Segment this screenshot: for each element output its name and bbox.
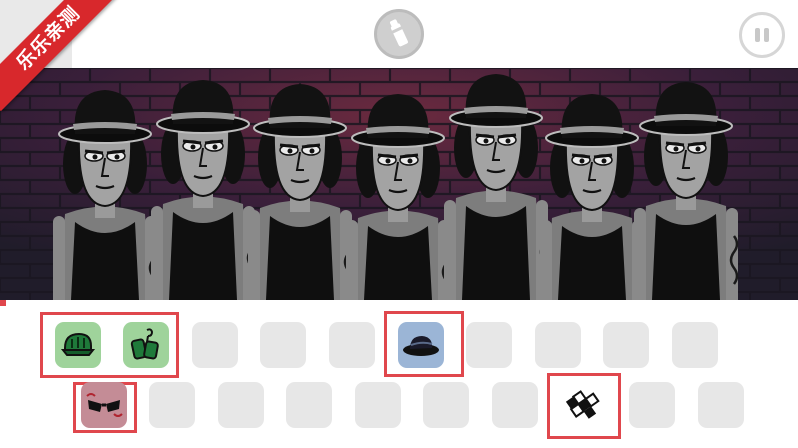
spray-button[interactable] [374,9,424,59]
sound-tray [0,300,798,448]
row2-empty-slot[interactable] [218,382,264,428]
row2-empty-slot[interactable] [423,382,469,428]
glasses-icon [81,382,127,433]
cap-icon [55,322,101,373]
row2-empty-slot[interactable] [629,382,675,428]
pause-button[interactable] [739,12,785,58]
row1-empty-slot[interactable] [603,322,649,368]
row2-empty-slot[interactable] [149,382,195,428]
top-bar [0,0,798,68]
row1-empty-slot[interactable] [260,322,306,368]
blocks-icon [561,382,607,433]
row2-empty-slot[interactable] [286,382,332,428]
brick-wall-background [0,68,798,300]
row2-empty-slot[interactable] [698,382,744,428]
hat-icon [398,322,444,373]
row1-sound-slot-cap[interactable] [55,322,101,368]
row2-sound-slot-blocks[interactable] [561,382,607,428]
row2-empty-slot[interactable] [492,382,538,428]
selection-highlight [0,300,6,306]
row1-empty-slot[interactable] [192,322,238,368]
row1-sound-slot-hat[interactable] [398,322,444,368]
character-stage [0,68,798,300]
bags-icon [123,322,169,373]
row1-empty-slot[interactable] [466,322,512,368]
row1-empty-slot[interactable] [672,322,718,368]
spray-can-icon [389,19,408,47]
row2-empty-slot[interactable] [355,382,401,428]
row1-sound-slot-bags[interactable] [123,322,169,368]
row1-empty-slot[interactable] [535,322,581,368]
row1-empty-slot[interactable] [329,322,375,368]
row2-sound-slot-glasses[interactable] [81,382,127,428]
